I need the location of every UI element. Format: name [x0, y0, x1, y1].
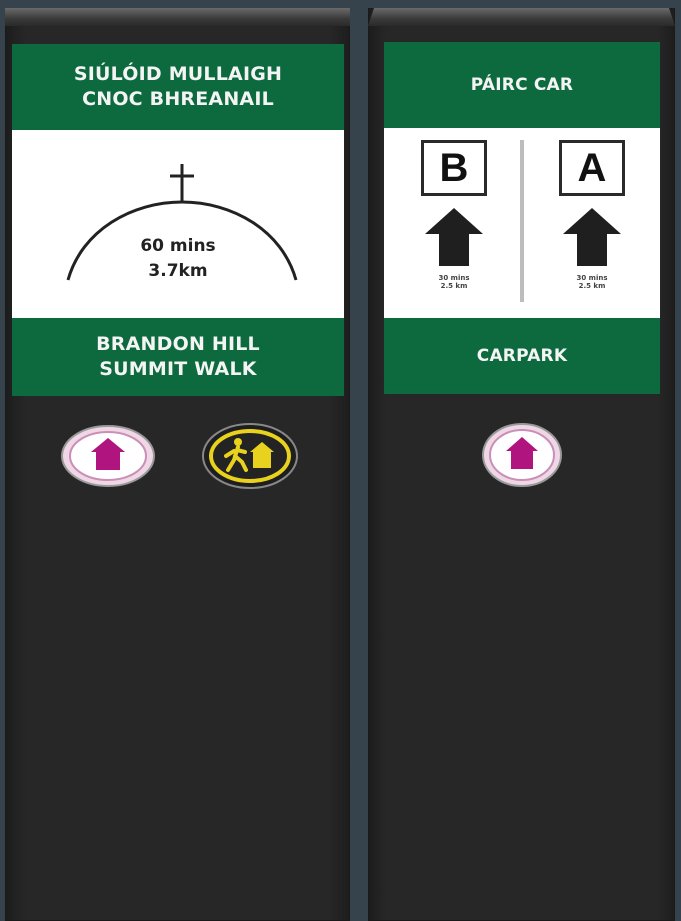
route-time: 30 mins: [438, 274, 470, 282]
right-bottom-band: CARPARK: [384, 318, 660, 394]
route-letter: B: [421, 140, 487, 196]
left-bottom-band: BRANDON HILL SUMMIT WALK: [12, 318, 344, 396]
bottom-band-line-2: SUMMIT WALK: [99, 358, 257, 380]
home-waymarker-icon: [61, 425, 155, 487]
post-cap: [5, 8, 350, 26]
hill-summit-icon: [66, 164, 298, 281]
post-cap: [368, 8, 675, 26]
right-top-band: PÁIRC CAR: [384, 42, 660, 128]
left-waymarker-post: SIÚLÓID MULLAIGH CNOC BHREANAIL 60 mins …: [5, 8, 350, 921]
walk-duration: 60 mins: [140, 236, 216, 256]
route-distance: 2.5 km: [440, 282, 468, 291]
route-divider: [520, 140, 524, 302]
arrow-up-icon: [563, 208, 621, 266]
route-time: 30 mins: [576, 274, 608, 282]
bottom-band-line-1: BRANDON HILL: [96, 332, 260, 355]
route-a: A 30 mins 2.5 km: [552, 140, 632, 291]
route-letter: A: [559, 140, 625, 196]
route-distance: 2.5 km: [578, 282, 606, 291]
walk-distance: 3.7km: [148, 261, 208, 281]
top-band-line-2: CNOC BHREANAIL: [82, 88, 274, 110]
summit-panel: 60 mins 3.7km: [12, 130, 344, 318]
routes-panel: B 30 mins 2.5 km A 30 mins 2.5 km: [384, 128, 660, 318]
right-waymarker-post: PÁIRC CAR B 30 mins 2.5 km A 30 mins 2.5…: [368, 8, 675, 921]
left-top-band: SIÚLÓID MULLAIGH CNOC BHREANAIL: [12, 44, 344, 130]
arrow-up-icon: [425, 208, 483, 266]
walker-waymarker-icon: [202, 423, 298, 489]
home-waymarker-icon: [482, 423, 562, 487]
route-b: B 30 mins 2.5 km: [414, 140, 494, 291]
top-band-line-1: SIÚLÓID MULLAIGH: [73, 62, 283, 85]
